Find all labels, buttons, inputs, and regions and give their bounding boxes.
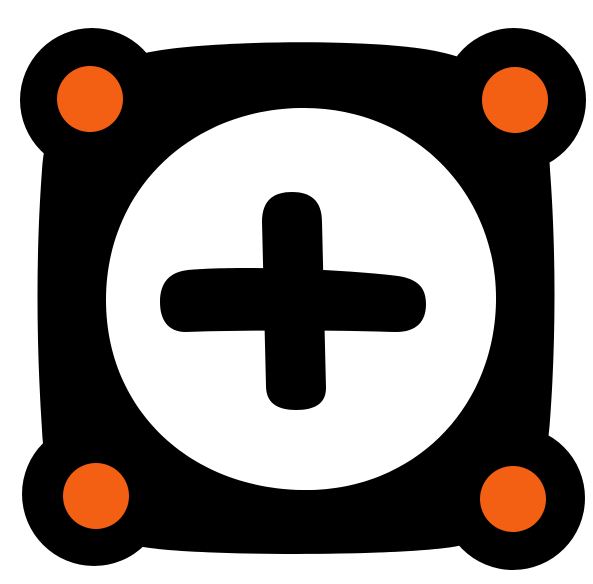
plus-in-circle-logo-icon bbox=[20, 28, 586, 570]
logo-canvas bbox=[0, 0, 593, 584]
orange-dot-bottom-right bbox=[480, 466, 546, 532]
plus-horizontal-bar bbox=[160, 268, 426, 332]
orange-dot-bottom-left bbox=[63, 463, 129, 529]
orange-dot-top-left bbox=[57, 66, 123, 132]
orange-dot-top-right bbox=[482, 67, 548, 133]
